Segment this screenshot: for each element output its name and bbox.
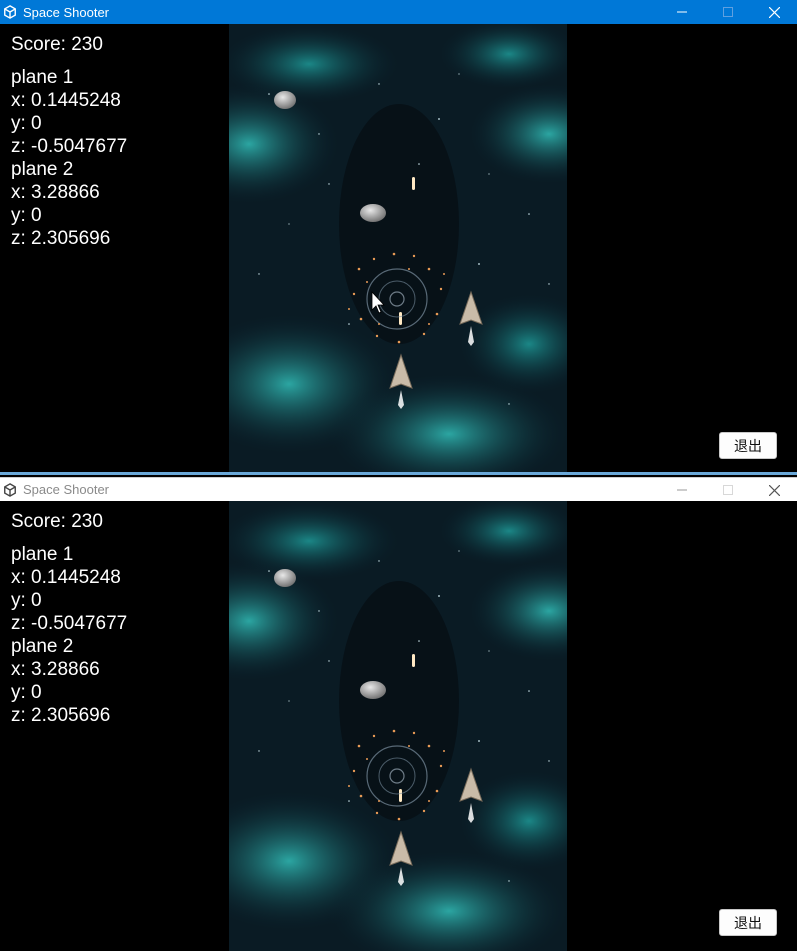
info-line: z: -0.5047677 bbox=[11, 613, 128, 634]
plane-info: plane 1 x: 0.1445248 y: 0 z: -0.5047677 … bbox=[11, 66, 127, 250]
info-line: plane 1 bbox=[11, 544, 74, 565]
title-bar[interactable]: Space Shooter bbox=[0, 477, 797, 501]
laser-bolt bbox=[399, 312, 402, 325]
unity-logo-icon bbox=[4, 482, 16, 497]
info-line: x: 3.28866 bbox=[11, 182, 100, 203]
minimize-icon bbox=[677, 11, 687, 13]
asteroid bbox=[274, 569, 296, 587]
asteroid bbox=[274, 91, 296, 109]
minimize-button[interactable] bbox=[659, 0, 705, 24]
exit-button[interactable]: 退出 bbox=[719, 909, 777, 936]
score-label: Score: 230 bbox=[11, 34, 103, 55]
minimize-button[interactable] bbox=[659, 478, 705, 502]
info-line: plane 1 bbox=[11, 67, 74, 88]
info-line: z: 2.305696 bbox=[11, 705, 111, 726]
info-line: y: 0 bbox=[11, 205, 42, 226]
game-window-1: Space Shooter Score: 230 plane 1 x: 0.14… bbox=[0, 0, 797, 475]
maximize-icon bbox=[723, 7, 733, 17]
game-viewport[interactable] bbox=[229, 501, 567, 951]
client-area: Score: 230 plane 1 x: 0.1445248 y: 0 z: … bbox=[0, 501, 797, 951]
info-line: y: 0 bbox=[11, 113, 42, 134]
info-line: z: -0.5047677 bbox=[11, 136, 128, 157]
maximize-icon bbox=[723, 485, 733, 495]
info-line: plane 2 bbox=[11, 159, 74, 180]
unity-logo-icon bbox=[4, 5, 16, 19]
laser-bolt bbox=[412, 177, 415, 190]
close-button[interactable] bbox=[751, 0, 797, 24]
asteroid bbox=[360, 681, 386, 699]
score-label: Score: 230 bbox=[11, 511, 103, 532]
title-bar[interactable]: Space Shooter bbox=[0, 0, 797, 24]
game-viewport[interactable] bbox=[229, 24, 567, 472]
window-title: Space Shooter bbox=[23, 4, 110, 20]
space-scene bbox=[229, 24, 567, 472]
info-line: x: 0.1445248 bbox=[11, 567, 121, 588]
laser-bolt bbox=[399, 789, 402, 802]
info-line: plane 2 bbox=[11, 636, 74, 657]
asteroid bbox=[360, 204, 386, 222]
plane-info: plane 1 x: 0.1445248 y: 0 z: -0.5047677 … bbox=[11, 543, 127, 727]
info-line: y: 0 bbox=[11, 682, 42, 703]
close-button[interactable] bbox=[751, 478, 797, 502]
info-line: x: 3.28866 bbox=[11, 659, 100, 680]
maximize-button[interactable] bbox=[705, 0, 751, 24]
close-icon bbox=[768, 484, 780, 496]
info-line: y: 0 bbox=[11, 590, 42, 611]
game-window-2: Space Shooter Score: 230 plane 1 x: 0.14… bbox=[0, 477, 797, 951]
close-icon bbox=[768, 6, 780, 18]
info-line: x: 0.1445248 bbox=[11, 90, 121, 111]
minimize-icon bbox=[677, 489, 687, 491]
maximize-button[interactable] bbox=[705, 478, 751, 502]
window-title: Space Shooter bbox=[23, 482, 110, 497]
exit-button[interactable]: 退出 bbox=[719, 432, 777, 459]
space-scene bbox=[229, 501, 567, 951]
client-area: Score: 230 plane 1 x: 0.1445248 y: 0 z: … bbox=[0, 24, 797, 472]
info-line: z: 2.305696 bbox=[11, 228, 111, 249]
laser-bolt bbox=[412, 654, 415, 667]
